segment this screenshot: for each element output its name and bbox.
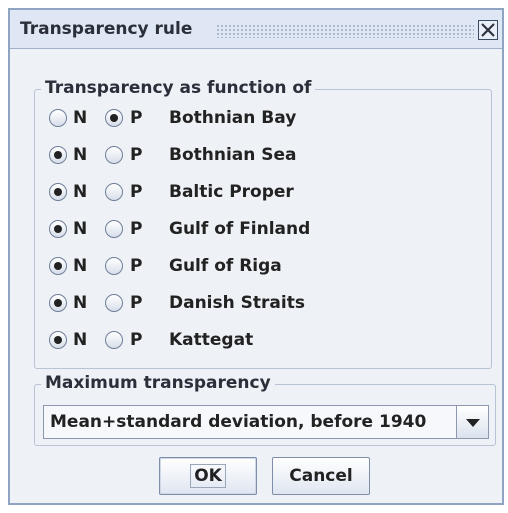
region-row: N P Kattegat (49, 329, 489, 353)
radio-n-label: N (73, 293, 88, 313)
function-group-legend: Transparency as function of (41, 78, 316, 98)
region-row: N P Bothnian Sea (49, 144, 489, 168)
transparency-rule-dialog: Transparency rule Transparency as functi… (8, 8, 504, 505)
title-bar-grip (216, 24, 474, 38)
region-name: Kattegat (169, 330, 254, 350)
region-name: Danish Straits (169, 293, 305, 313)
radio-p[interactable] (105, 331, 123, 349)
radio-n[interactable] (49, 109, 67, 127)
radio-n[interactable] (49, 146, 67, 164)
cancel-button-label: Cancel (289, 466, 353, 486)
region-name: Bothnian Sea (169, 145, 297, 165)
ok-button[interactable]: OK (159, 457, 257, 495)
radio-n[interactable] (49, 257, 67, 275)
radio-p[interactable] (105, 294, 123, 312)
max-transparency-group: Maximum transparency Mean+standard devia… (34, 373, 496, 446)
radio-n-label: N (73, 330, 88, 350)
radio-n-label: N (73, 182, 88, 202)
region-name: Baltic Proper (169, 182, 294, 202)
dialog-title: Transparency rule (20, 19, 193, 39)
dialog-content: Transparency as function of N P Bothnian B… (10, 49, 502, 503)
region-row: N P Baltic Proper (49, 181, 489, 205)
radio-p[interactable] (105, 220, 123, 238)
radio-p[interactable] (105, 109, 123, 127)
radio-n[interactable] (49, 183, 67, 201)
region-name: Gulf of Finland (169, 219, 311, 239)
region-row: N P Danish Straits (49, 292, 489, 316)
region-row: N P Bothnian Bay (49, 107, 489, 131)
radio-p[interactable] (105, 146, 123, 164)
region-name: Bothnian Bay (169, 108, 297, 128)
radio-p-label: P (130, 330, 143, 350)
radio-n[interactable] (49, 331, 67, 349)
ok-button-label: OK (190, 464, 226, 488)
radio-p-label: P (130, 182, 143, 202)
radio-n-label: N (73, 219, 88, 239)
radio-n-label: N (73, 256, 88, 276)
close-icon[interactable] (478, 20, 498, 40)
max-transparency-legend: Maximum transparency (41, 373, 275, 393)
max-transparency-value: Mean+standard deviation, before 1940 (50, 412, 427, 432)
radio-n-label: N (73, 108, 88, 128)
chevron-down-icon[interactable] (456, 406, 488, 438)
cancel-button[interactable]: Cancel (272, 457, 370, 495)
radio-p-label: P (130, 145, 143, 165)
region-row: N P Gulf of Riga (49, 255, 489, 279)
radio-p-label: P (130, 293, 143, 313)
function-group: Transparency as function of N P Bothnian B… (34, 78, 492, 369)
radio-n-label: N (73, 145, 88, 165)
radio-n[interactable] (49, 294, 67, 312)
radio-p[interactable] (105, 257, 123, 275)
region-name: Gulf of Riga (169, 256, 282, 276)
radio-p[interactable] (105, 183, 123, 201)
radio-p-label: P (130, 108, 143, 128)
radio-n[interactable] (49, 220, 67, 238)
radio-p-label: P (130, 219, 143, 239)
region-row: N P Gulf of Finland (49, 218, 489, 242)
radio-p-label: P (130, 256, 143, 276)
max-transparency-select[interactable]: Mean+standard deviation, before 1940 (43, 405, 489, 439)
title-bar[interactable]: Transparency rule (10, 10, 502, 49)
